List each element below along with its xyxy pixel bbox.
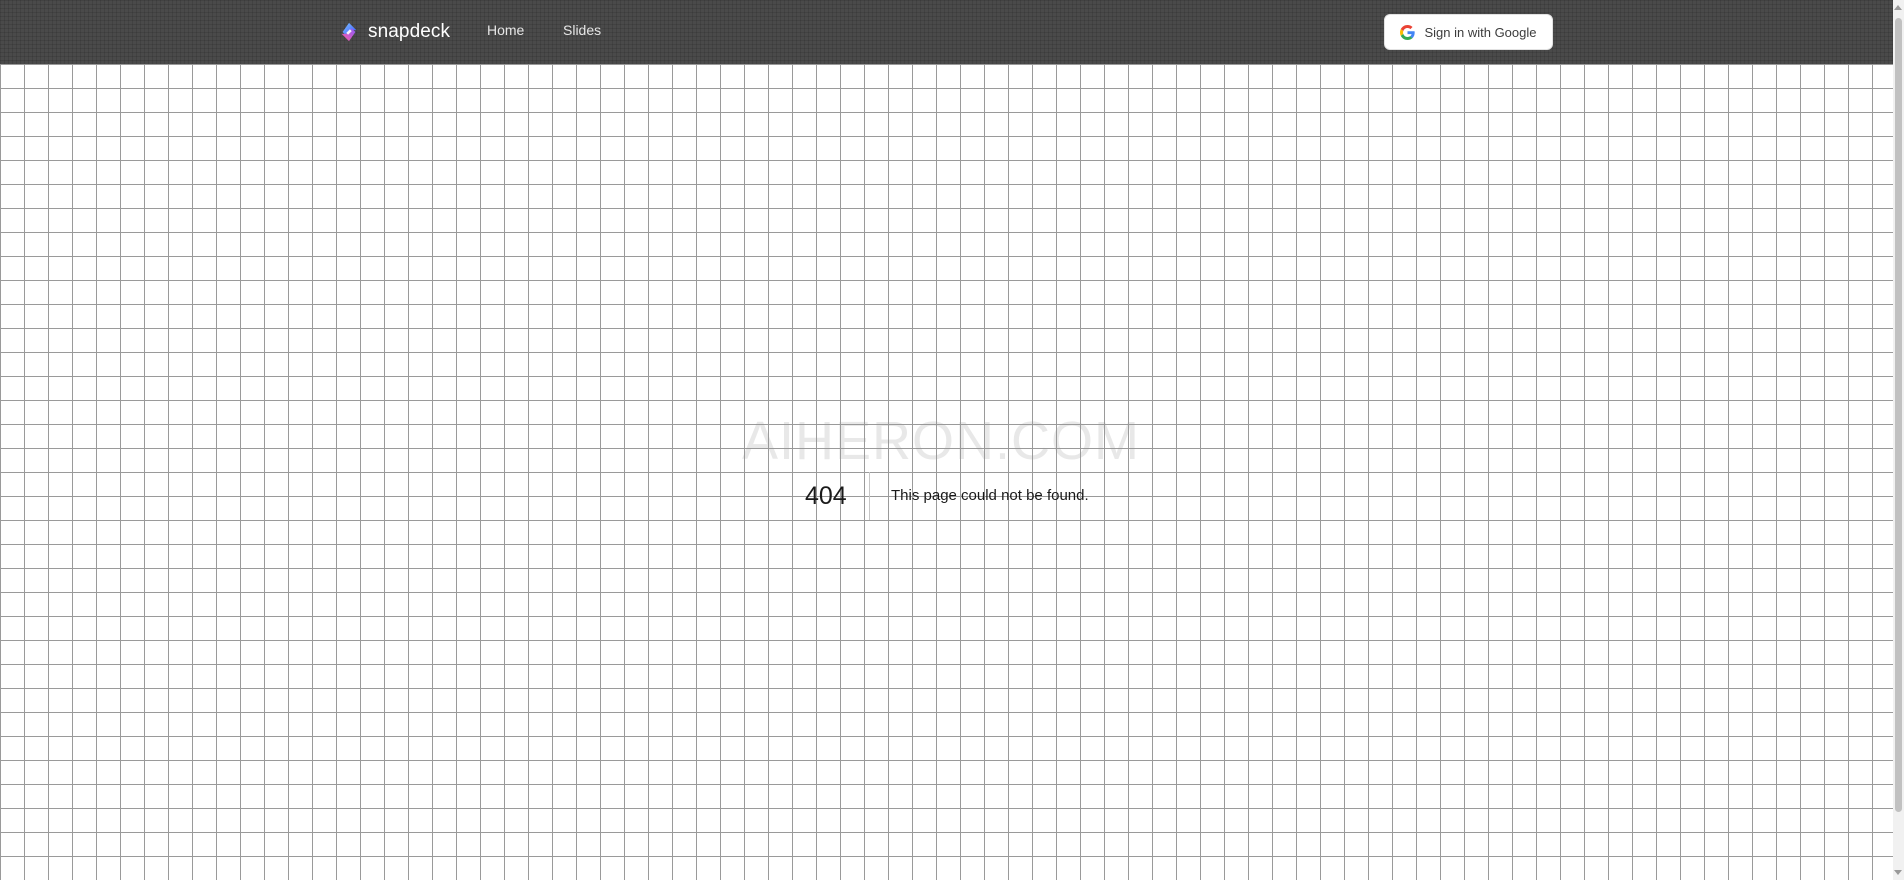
- snapdeck-logo-icon: [341, 22, 357, 42]
- error-code: 404: [805, 482, 847, 510]
- sign-in-with-google-button[interactable]: Sign in with Google: [1384, 14, 1553, 50]
- brand-name: snapdeck: [368, 21, 451, 42]
- scroll-up-arrow-icon[interactable]: [1894, 5, 1902, 10]
- watermark-text: AIHERON.COM: [742, 411, 1141, 471]
- error-message: This page could not be found.: [891, 487, 1089, 504]
- sign-in-label: Sign in with Google: [1424, 24, 1537, 40]
- top-navigation-bar: snapdeck Home Slides Sign in with Google: [0, 0, 1893, 64]
- google-g-icon: [1400, 24, 1416, 40]
- nav-link-home[interactable]: Home: [487, 22, 524, 38]
- scrollbar-thumb[interactable]: [1895, 18, 1902, 812]
- brand-link[interactable]: snapdeck: [338, 18, 450, 46]
- error-divider: [869, 472, 870, 520]
- nav-link-slides[interactable]: Slides: [563, 22, 601, 38]
- vertical-scrollbar[interactable]: [1893, 0, 1904, 880]
- scroll-down-arrow-icon[interactable]: [1894, 870, 1902, 875]
